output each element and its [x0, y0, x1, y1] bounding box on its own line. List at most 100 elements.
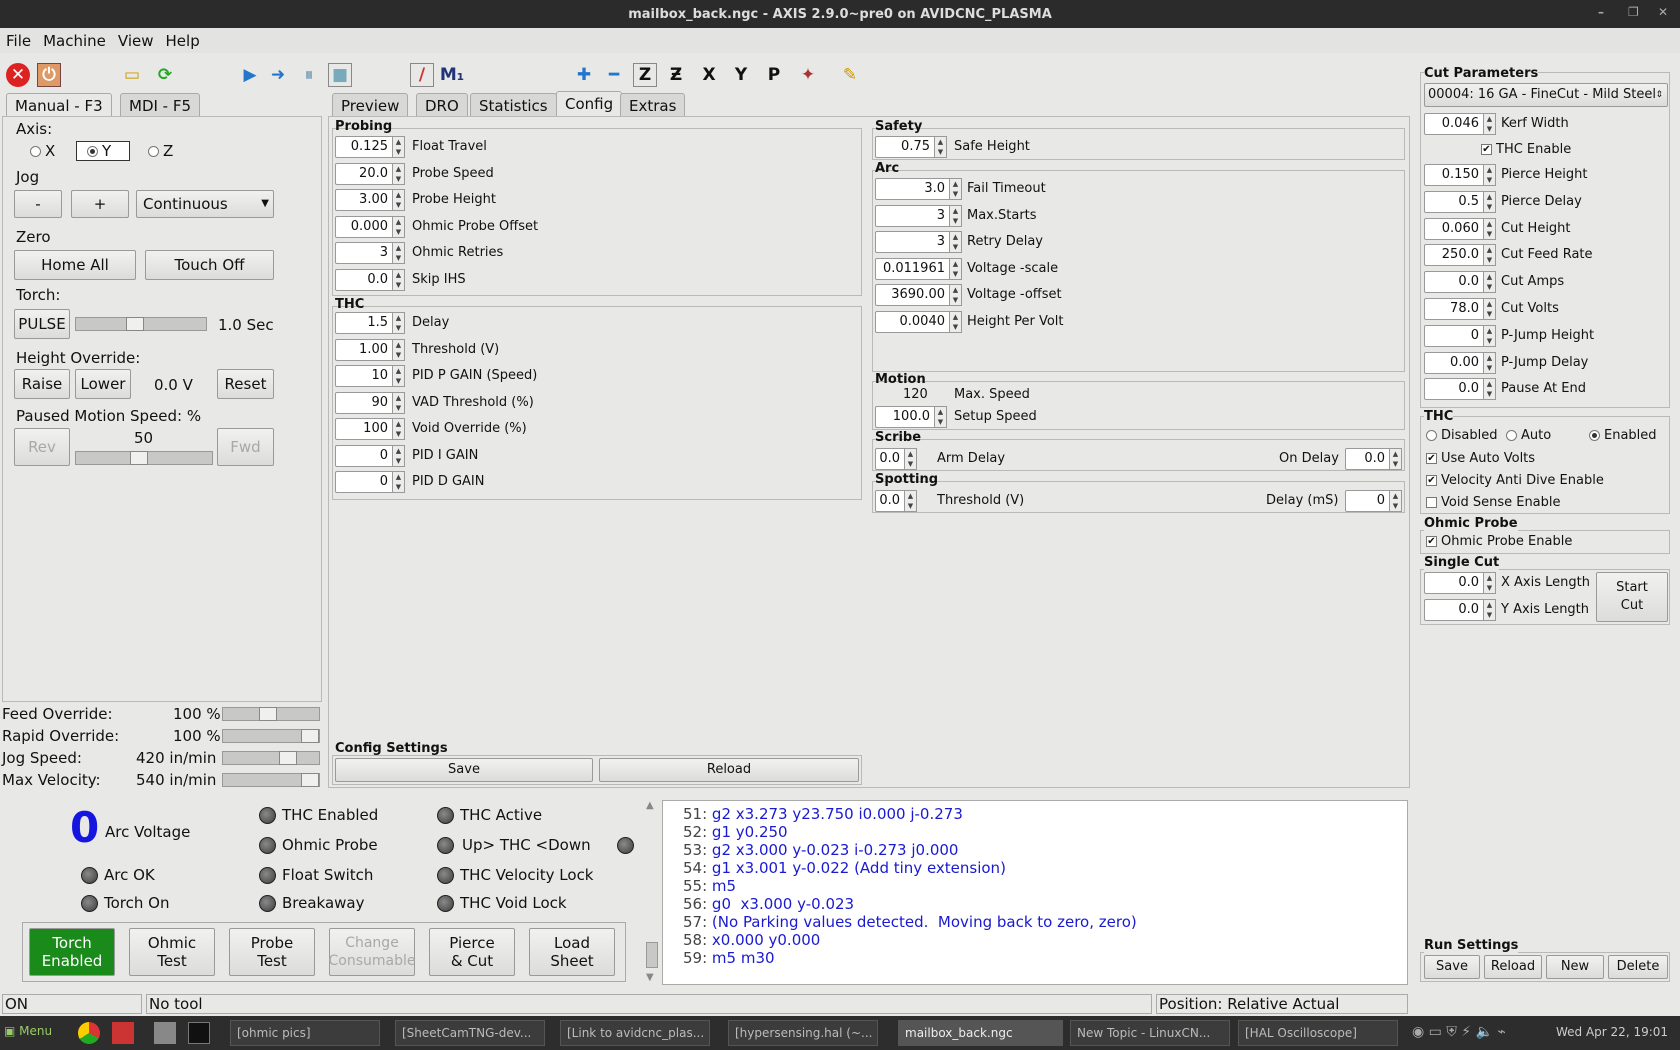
- probing-spin-1[interactable]: 20.0 ▲ ▼: [335, 162, 405, 185]
- files-launcher-icon[interactable]: [154, 1022, 176, 1044]
- menu-help[interactable]: Help: [160, 32, 206, 50]
- step-icon[interactable]: ➜: [266, 63, 290, 87]
- task-ohmic-pics[interactable]: [ohmic pics]: [230, 1020, 380, 1046]
- view-z2-icon[interactable]: Ƶ: [664, 63, 688, 87]
- y-axis-length-spin[interactable]: 0.0 ▲ ▼: [1424, 599, 1496, 621]
- task-axis[interactable]: mailbox_back.ngc: [898, 1020, 1063, 1046]
- open-file-icon[interactable]: ▭: [120, 63, 144, 87]
- thc-enable-checkbox[interactable]: ✔ THC Enable: [1481, 142, 1571, 157]
- ohmic-probe-enable-checkbox[interactable]: ✔ Ohmic Probe Enable: [1426, 534, 1572, 549]
- home-all-button[interactable]: Home All: [14, 250, 136, 280]
- machine-power-icon[interactable]: ⏻: [37, 63, 61, 87]
- jog-mode-select[interactable]: Continuous ▼: [136, 190, 274, 218]
- run-save-button[interactable]: Save: [1424, 955, 1480, 979]
- rotate-view-icon[interactable]: ✦: [796, 63, 820, 87]
- task-sheetcam[interactable]: [SheetCamTNG-dev...: [395, 1020, 545, 1046]
- feed-override-slider[interactable]: [222, 707, 320, 721]
- task-hal-oscilloscope[interactable]: [HAL Oscilloscope]: [1238, 1020, 1398, 1046]
- axis-radio-z[interactable]: Z: [148, 142, 173, 160]
- view-x-icon[interactable]: X: [697, 63, 721, 87]
- clear-plot-icon[interactable]: ✎: [838, 63, 862, 87]
- reload-icon[interactable]: ⟳: [153, 63, 177, 87]
- arc-spin-2[interactable]: 3 ▲ ▼: [875, 231, 962, 253]
- estop-icon[interactable]: ✕: [6, 63, 30, 87]
- scroll-up-icon[interactable]: ▲: [646, 800, 654, 811]
- thc-spin-1[interactable]: 1.00 ▲ ▼: [335, 338, 405, 361]
- view-p-icon[interactable]: P: [762, 63, 786, 87]
- reset-button[interactable]: Reset: [217, 369, 274, 399]
- rapid-override-slider[interactable]: [222, 729, 320, 743]
- optional-stop-icon[interactable]: M₁: [440, 63, 464, 87]
- touch-off-button[interactable]: Touch Off: [145, 250, 274, 280]
- menu-button[interactable]: ▣ Menu: [4, 1024, 52, 1038]
- on-delay-spin[interactable]: 0.0 ▲ ▼: [1345, 448, 1402, 470]
- run-icon[interactable]: ▶: [238, 63, 262, 87]
- spotting-delay-spin[interactable]: 0 ▲ ▼: [1345, 490, 1402, 512]
- load-sheet-button[interactable]: Load Sheet: [529, 928, 615, 976]
- raise-button[interactable]: Raise: [14, 369, 70, 399]
- cut-spin-8[interactable]: 0.0 ▲ ▼: [1424, 378, 1496, 401]
- pierce-cut-button[interactable]: Pierce & Cut: [429, 928, 515, 976]
- view-z-icon[interactable]: Z: [633, 63, 657, 87]
- tray-icons[interactable]: ◉ ▭ ⛨ ⚡ 🔈 ⌁: [1412, 1024, 1506, 1040]
- gcode-listing[interactable]: 51: g2 x3.273 y23.750 i0.000 j-0.273 52: …: [662, 800, 1408, 985]
- probing-spin-0[interactable]: 0.125 ▲ ▼: [335, 136, 405, 158]
- material-select[interactable]: 00004: 16 GA - FineCut - Mild Steel ⇕: [1424, 83, 1668, 107]
- probing-spin-3[interactable]: 0.000 ▲ ▼: [335, 215, 405, 238]
- tab-manual[interactable]: Manual - F3: [6, 93, 112, 117]
- zoom-in-icon[interactable]: ✚: [572, 63, 596, 87]
- scroll-down-icon[interactable]: ▼: [646, 972, 654, 983]
- gcode-line[interactable]: 58: x0.000 y0.000: [683, 931, 1407, 949]
- thc-spin-3[interactable]: 90 ▲ ▼: [335, 391, 405, 414]
- rev-button[interactable]: Rev: [14, 428, 70, 466]
- max-velocity-slider[interactable]: [222, 773, 320, 787]
- thc-auto-radio[interactable]: Auto: [1506, 428, 1551, 443]
- probing-spin-2[interactable]: 3.00 ▲ ▼: [335, 189, 405, 211]
- gcode-line[interactable]: 56: g0 x3.000 y-0.023: [683, 895, 1407, 913]
- thc-spin-2[interactable]: 10 ▲ ▼: [335, 365, 405, 387]
- gcode-scrollbar[interactable]: ▲ ▼: [645, 800, 659, 985]
- gcode-line[interactable]: 54: g1 x3.001 y-0.022 (Add tiny extensio…: [683, 859, 1407, 877]
- safety-spin-0[interactable]: 0.75 ▲ ▼: [875, 136, 947, 158]
- app-launcher-icon[interactable]: [112, 1022, 134, 1044]
- gcode-line[interactable]: 59: m5 m30: [683, 949, 1407, 967]
- axis-radio-x[interactable]: X: [30, 142, 55, 160]
- pause-icon[interactable]: ⏸: [297, 63, 321, 87]
- view-y-icon[interactable]: Y: [729, 63, 753, 87]
- task-linuxcnc-forum[interactable]: New Topic - LinuxCN...: [1070, 1020, 1230, 1046]
- lower-button[interactable]: Lower: [75, 369, 131, 399]
- run-new-button[interactable]: New: [1546, 955, 1604, 979]
- close-window-icon[interactable]: ✕: [1658, 5, 1668, 19]
- gcode-line[interactable]: 51: g2 x3.273 y23.750 i0.000 j-0.273: [683, 805, 1407, 823]
- jog-plus-button[interactable]: +: [71, 190, 129, 218]
- thc-spin-0[interactable]: 1.5 ▲ ▼: [335, 312, 405, 334]
- tab-dro[interactable]: DRO: [416, 93, 468, 117]
- gcode-line[interactable]: 53: g2 x3.000 y-0.023 i-0.273 j0.000: [683, 841, 1407, 859]
- maximize-icon[interactable]: ❐: [1628, 5, 1639, 19]
- probe-test-button[interactable]: Probe Test: [229, 928, 315, 976]
- pulse-button[interactable]: PULSE: [14, 309, 70, 339]
- menu-file[interactable]: File: [0, 32, 37, 50]
- tab-config[interactable]: Config: [556, 91, 623, 117]
- gcode-line[interactable]: 52: g1 y0.250: [683, 823, 1407, 841]
- use-auto-volts-checkbox[interactable]: ✔ Use Auto Volts: [1426, 451, 1535, 466]
- tab-preview[interactable]: Preview: [332, 93, 409, 117]
- gcode-line[interactable]: 55: m5: [683, 877, 1407, 895]
- arc-spin-5[interactable]: 0.0040 ▲ ▼: [875, 310, 962, 333]
- jog-speed-slider[interactable]: [222, 751, 320, 765]
- menu-machine[interactable]: Machine: [37, 32, 112, 50]
- void-sense-checkbox[interactable]: Void Sense Enable: [1426, 495, 1561, 510]
- probing-spin-4[interactable]: 3 ▲ ▼: [335, 242, 405, 264]
- thc-spin-4[interactable]: 100 ▲ ▼: [335, 418, 405, 440]
- arc-spin-1[interactable]: 3 ▲ ▼: [875, 204, 962, 227]
- kerf-width-spin[interactable]: 0.046 ▲ ▼: [1424, 113, 1496, 135]
- tab-statistics[interactable]: Statistics: [470, 93, 557, 117]
- x-axis-length-spin[interactable]: 0.0 ▲ ▼: [1424, 572, 1496, 594]
- config-reload-button[interactable]: Reload: [599, 758, 859, 782]
- cut-spin-0[interactable]: 0.150 ▲ ▼: [1424, 164, 1496, 186]
- start-cut-button[interactable]: Start Cut: [1596, 572, 1668, 622]
- stop-icon[interactable]: ■: [328, 63, 352, 87]
- cut-spin-6[interactable]: 0 ▲ ▼: [1424, 324, 1496, 347]
- torch-enabled-button[interactable]: Torch Enabled: [29, 928, 115, 976]
- thc-enabled-radio[interactable]: Enabled: [1589, 428, 1657, 443]
